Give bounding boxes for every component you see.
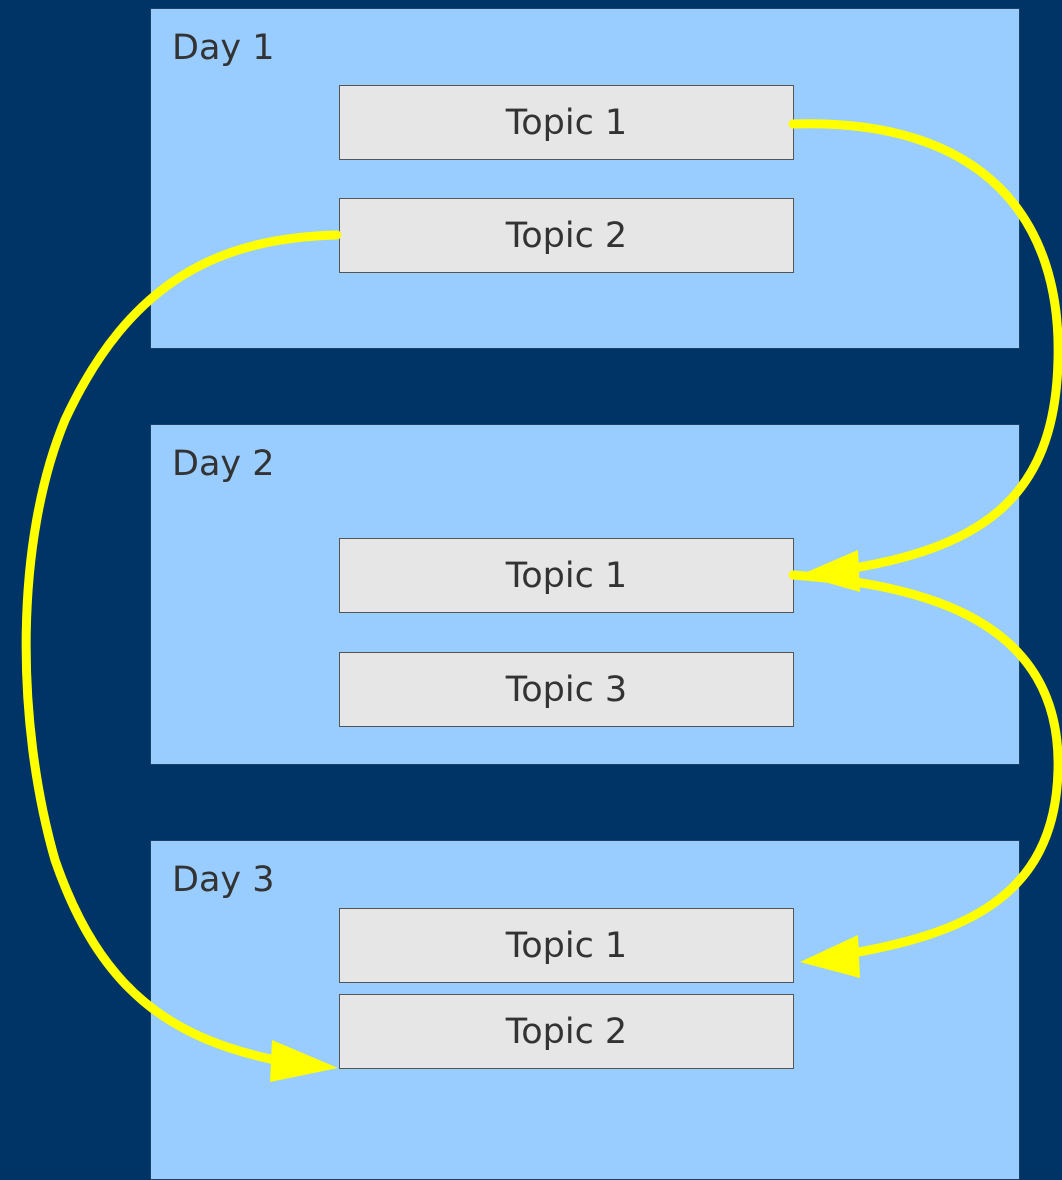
day-2-topic-3: Topic 3 [339,652,794,727]
day-3-topic-1: Topic 1 [339,908,794,983]
day-1-topic-2: Topic 2 [339,198,794,273]
day-3-label: Day 3 [172,860,275,900]
day-3-panel: Day 3 Topic 1 Topic 2 [150,840,1020,1180]
day-2-panel: Day 2 Topic 1 Topic 3 [150,424,1020,765]
day-1-topic-1: Topic 1 [339,85,794,160]
day-3-topic-2: Topic 2 [339,994,794,1069]
day-1-label: Day 1 [172,28,275,68]
day-2-topic-1: Topic 1 [339,538,794,613]
day-1-panel: Day 1 Topic 1 Topic 2 [150,8,1020,349]
day-2-label: Day 2 [172,444,275,484]
